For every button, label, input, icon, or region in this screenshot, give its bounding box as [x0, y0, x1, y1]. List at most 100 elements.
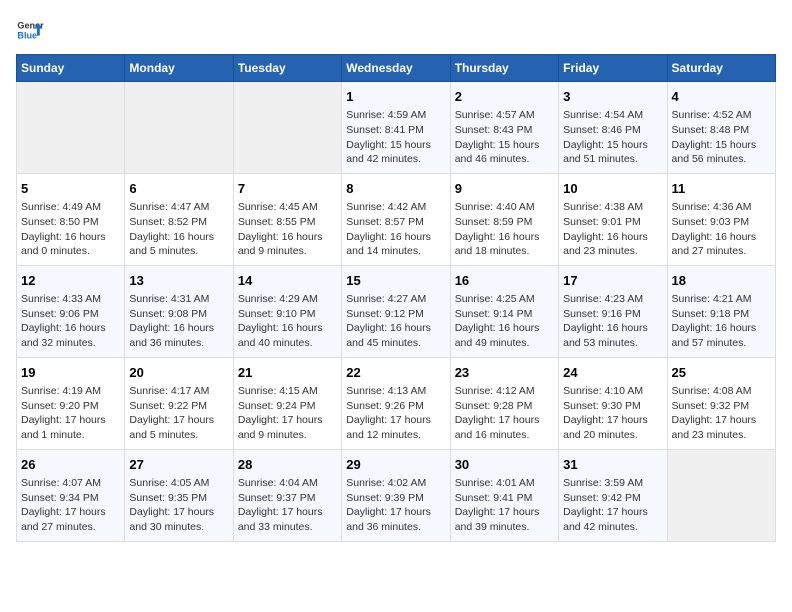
days-header-row: SundayMondayTuesdayWednesdayThursdayFrid… [17, 55, 776, 82]
daylight-text: Daylight: 16 hours and 27 minutes. [672, 230, 771, 259]
cell-w5-d0: 26Sunrise: 4:07 AMSunset: 9:34 PMDayligh… [17, 449, 125, 541]
sunset-text: Sunset: 9:30 PM [563, 399, 662, 414]
sunrise-text: Sunrise: 4:42 AM [346, 200, 445, 215]
sunset-text: Sunset: 8:46 PM [563, 123, 662, 138]
week-row-2: 5Sunrise: 4:49 AMSunset: 8:50 PMDaylight… [17, 173, 776, 265]
cell-w2-d6: 11Sunrise: 4:36 AMSunset: 9:03 PMDayligh… [667, 173, 775, 265]
sunrise-text: Sunrise: 4:21 AM [672, 292, 771, 307]
cell-w4-d1: 20Sunrise: 4:17 AMSunset: 9:22 PMDayligh… [125, 357, 233, 449]
sunrise-text: Sunrise: 4:12 AM [455, 384, 554, 399]
calendar-table: SundayMondayTuesdayWednesdayThursdayFrid… [16, 54, 776, 542]
cell-w4-d6: 25Sunrise: 4:08 AMSunset: 9:32 PMDayligh… [667, 357, 775, 449]
week-row-3: 12Sunrise: 4:33 AMSunset: 9:06 PMDayligh… [17, 265, 776, 357]
sunrise-text: Sunrise: 4:08 AM [672, 384, 771, 399]
header-tuesday: Tuesday [233, 55, 341, 82]
logo: General Blue [16, 16, 44, 44]
daylight-text: Daylight: 16 hours and 57 minutes. [672, 321, 771, 350]
cell-w2-d4: 9Sunrise: 4:40 AMSunset: 8:59 PMDaylight… [450, 173, 558, 265]
sunset-text: Sunset: 8:59 PM [455, 215, 554, 230]
daylight-text: Daylight: 17 hours and 5 minutes. [129, 413, 228, 442]
cell-w4-d3: 22Sunrise: 4:13 AMSunset: 9:26 PMDayligh… [342, 357, 450, 449]
sunrise-text: Sunrise: 4:36 AM [672, 200, 771, 215]
header-thursday: Thursday [450, 55, 558, 82]
sunrise-text: Sunrise: 3:59 AM [563, 476, 662, 491]
sunrise-text: Sunrise: 4:45 AM [238, 200, 337, 215]
sunset-text: Sunset: 9:08 PM [129, 307, 228, 322]
daylight-text: Daylight: 16 hours and 45 minutes. [346, 321, 445, 350]
daylight-text: Daylight: 16 hours and 5 minutes. [129, 230, 228, 259]
cell-w3-d2: 14Sunrise: 4:29 AMSunset: 9:10 PMDayligh… [233, 265, 341, 357]
daylight-text: Daylight: 16 hours and 23 minutes. [563, 230, 662, 259]
header-friday: Friday [559, 55, 667, 82]
cell-w4-d5: 24Sunrise: 4:10 AMSunset: 9:30 PMDayligh… [559, 357, 667, 449]
sunset-text: Sunset: 9:24 PM [238, 399, 337, 414]
sunset-text: Sunset: 9:28 PM [455, 399, 554, 414]
cell-w5-d4: 30Sunrise: 4:01 AMSunset: 9:41 PMDayligh… [450, 449, 558, 541]
cell-w5-d6 [667, 449, 775, 541]
sunset-text: Sunset: 8:41 PM [346, 123, 445, 138]
daylight-text: Daylight: 17 hours and 23 minutes. [672, 413, 771, 442]
sunset-text: Sunset: 9:03 PM [672, 215, 771, 230]
cell-w2-d3: 8Sunrise: 4:42 AMSunset: 8:57 PMDaylight… [342, 173, 450, 265]
daylight-text: Daylight: 16 hours and 32 minutes. [21, 321, 120, 350]
day-number: 6 [129, 180, 228, 198]
day-number: 22 [346, 364, 445, 382]
sunrise-text: Sunrise: 4:17 AM [129, 384, 228, 399]
sunrise-text: Sunrise: 4:54 AM [563, 108, 662, 123]
sunset-text: Sunset: 8:57 PM [346, 215, 445, 230]
sunrise-text: Sunrise: 4:07 AM [21, 476, 120, 491]
sunrise-text: Sunrise: 4:29 AM [238, 292, 337, 307]
daylight-text: Daylight: 16 hours and 36 minutes. [129, 321, 228, 350]
day-number: 16 [455, 272, 554, 290]
cell-w3-d1: 13Sunrise: 4:31 AMSunset: 9:08 PMDayligh… [125, 265, 233, 357]
sunset-text: Sunset: 9:20 PM [21, 399, 120, 414]
sunrise-text: Sunrise: 4:49 AM [21, 200, 120, 215]
daylight-text: Daylight: 17 hours and 42 minutes. [563, 505, 662, 534]
page-header: General Blue [16, 16, 776, 44]
cell-w4-d2: 21Sunrise: 4:15 AMSunset: 9:24 PMDayligh… [233, 357, 341, 449]
day-number: 13 [129, 272, 228, 290]
svg-text:Blue: Blue [17, 30, 37, 40]
day-number: 15 [346, 272, 445, 290]
sunrise-text: Sunrise: 4:25 AM [455, 292, 554, 307]
sunrise-text: Sunrise: 4:04 AM [238, 476, 337, 491]
sunrise-text: Sunrise: 4:52 AM [672, 108, 771, 123]
day-number: 9 [455, 180, 554, 198]
sunrise-text: Sunrise: 4:57 AM [455, 108, 554, 123]
day-number: 19 [21, 364, 120, 382]
daylight-text: Daylight: 16 hours and 49 minutes. [455, 321, 554, 350]
daylight-text: Daylight: 17 hours and 1 minute. [21, 413, 120, 442]
sunrise-text: Sunrise: 4:19 AM [21, 384, 120, 399]
sunset-text: Sunset: 9:22 PM [129, 399, 228, 414]
sunset-text: Sunset: 9:39 PM [346, 491, 445, 506]
day-number: 30 [455, 456, 554, 474]
sunset-text: Sunset: 9:26 PM [346, 399, 445, 414]
day-number: 29 [346, 456, 445, 474]
day-number: 2 [455, 88, 554, 106]
sunrise-text: Sunrise: 4:13 AM [346, 384, 445, 399]
sunrise-text: Sunrise: 4:40 AM [455, 200, 554, 215]
sunrise-text: Sunrise: 4:27 AM [346, 292, 445, 307]
sunset-text: Sunset: 8:52 PM [129, 215, 228, 230]
cell-w2-d5: 10Sunrise: 4:38 AMSunset: 9:01 PMDayligh… [559, 173, 667, 265]
day-number: 31 [563, 456, 662, 474]
sunrise-text: Sunrise: 4:23 AM [563, 292, 662, 307]
cell-w2-d0: 5 Sunrise: 4:49 AMSunset: 8:50 PMDaylight… [17, 173, 125, 265]
day-number: 24 [563, 364, 662, 382]
sunrise-text: Sunrise: 4:38 AM [563, 200, 662, 215]
sunset-text: Sunset: 8:50 PM [21, 215, 120, 230]
day-number: 5 [21, 180, 120, 198]
cell-w3-d3: 15 Sunrise: 4:27 AMSunset: 9:12 PMDayligh… [342, 265, 450, 357]
daylight-text: Daylight: 16 hours and 0 minutes. [21, 230, 120, 259]
daylight-text: Daylight: 16 hours and 53 minutes. [563, 321, 662, 350]
day-number: 3 [563, 88, 662, 106]
day-number: 18 [672, 272, 771, 290]
daylight-text: Daylight: 17 hours and 33 minutes. [238, 505, 337, 534]
daylight-text: Daylight: 17 hours and 30 minutes. [129, 505, 228, 534]
sunset-text: Sunset: 8:55 PM [238, 215, 337, 230]
header-sunday: Sunday [17, 55, 125, 82]
sunset-text: Sunset: 9:12 PM [346, 307, 445, 322]
sunrise-text: Sunrise: 4:10 AM [563, 384, 662, 399]
day-number: 17 [563, 272, 662, 290]
sunrise-text: Sunrise: 4:05 AM [129, 476, 228, 491]
